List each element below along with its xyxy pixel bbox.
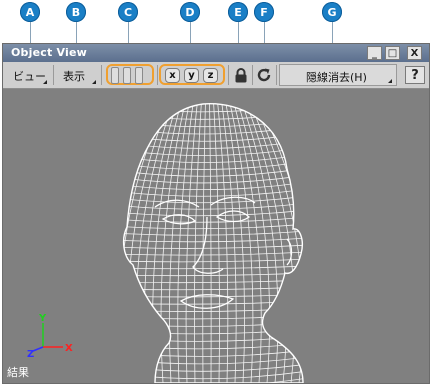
title-bar[interactable]: Object View _ □ X <box>3 44 429 62</box>
x-axis-label: X <box>65 343 73 354</box>
lock-icon[interactable] <box>234 68 248 83</box>
status-label: 結果 <box>7 366 29 379</box>
callout-label: D <box>185 5 195 19</box>
view-menu-arrow-icon <box>43 80 47 84</box>
callout-e: E <box>228 2 248 22</box>
toolbar-divider <box>53 65 54 85</box>
toolbar-divider <box>228 65 229 85</box>
toolbar-divider <box>276 65 277 85</box>
pan-handle-3[interactable] <box>135 67 143 84</box>
hidden-line-removal-dropdown[interactable]: 隠線消去(H) <box>279 64 397 86</box>
toolbar-divider <box>252 65 253 85</box>
help-icon: ? <box>411 67 419 83</box>
dropdown-arrow-icon <box>388 79 392 83</box>
axis-y-button[interactable]: y <box>184 68 199 83</box>
3d-viewport[interactable]: Y X Z 結果 <box>3 89 429 383</box>
callout-a: A <box>20 2 40 22</box>
callout-d: D <box>180 2 200 22</box>
callout-label: E <box>234 5 242 19</box>
toolbar: ビュー 表示 x y z 隠線消去(H) ? <box>3 62 429 89</box>
callout-g: G <box>322 2 342 22</box>
callout-c: C <box>118 2 138 22</box>
display-menu-arrow-icon <box>92 80 96 84</box>
toolbar-divider <box>157 65 158 85</box>
callout-b: B <box>66 2 86 22</box>
display-menu[interactable]: 表示 <box>63 68 85 84</box>
callout-label: G <box>327 5 337 19</box>
callout-label: F <box>260 5 268 19</box>
help-button[interactable]: ? <box>405 66 425 84</box>
close-button[interactable]: X <box>407 46 422 60</box>
minimize-button[interactable]: _ <box>367 46 382 60</box>
axis-x-button[interactable]: x <box>165 68 180 83</box>
close-icon: X <box>410 47 419 59</box>
callout-label: B <box>71 5 81 19</box>
window-title: Object View <box>11 46 87 59</box>
callout-f: F <box>254 2 274 22</box>
callout-label: A <box>25 5 35 19</box>
minimize-icon: _ <box>372 47 377 59</box>
axis-gizmo: Y X Z <box>27 313 73 360</box>
z-axis-label: Z <box>27 349 34 360</box>
callout-label: C <box>123 5 133 19</box>
hidden-line-removal-label: 隠線消去(H) <box>306 71 367 84</box>
refresh-icon[interactable] <box>256 67 272 83</box>
pan-handle-2[interactable] <box>123 67 131 84</box>
object-view-window: Object View _ □ X ビュー 表示 x y z 隠線消去(H) ?… <box>2 43 430 384</box>
mesh-lines <box>123 103 303 383</box>
toolbar-divider <box>101 65 102 85</box>
face-features <box>154 196 293 309</box>
y-axis-label: Y <box>38 313 47 324</box>
axis-z-button[interactable]: z <box>203 68 218 83</box>
view-menu[interactable]: ビュー <box>13 68 46 84</box>
maximize-button[interactable]: □ <box>385 46 400 60</box>
maximize-icon: □ <box>387 47 398 59</box>
axis-y-label: y <box>188 70 195 81</box>
pan-handle-1[interactable] <box>111 67 119 84</box>
axis-z-label: z <box>207 70 214 81</box>
axis-x-label: x <box>169 70 176 81</box>
